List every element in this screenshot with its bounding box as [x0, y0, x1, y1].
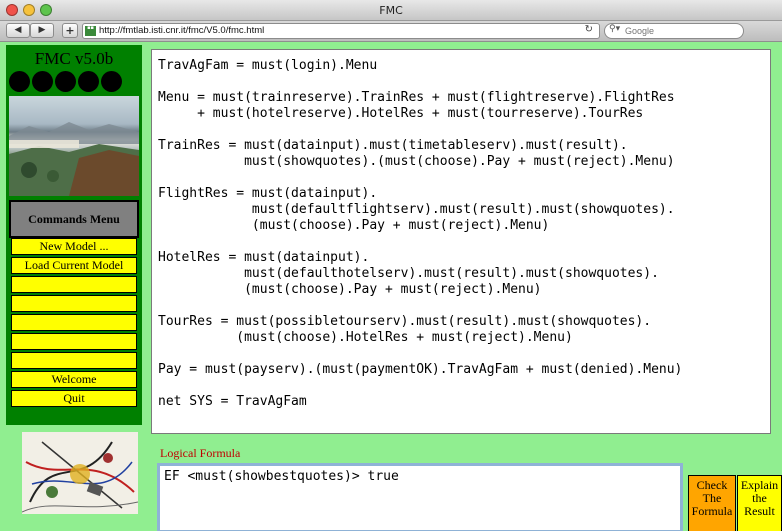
logo-dot-icon [78, 71, 99, 92]
commands-menu-header: Commands Menu [9, 200, 139, 238]
app-title: FMC v5.0b [34, 49, 114, 68]
commands-panel: FMC v5.0b Commands Menu New Model ... Lo… [6, 45, 142, 425]
logo-dot-icon [9, 71, 30, 92]
menu-slot-empty[interactable] [11, 352, 137, 369]
add-bookmark-button[interactable]: + [62, 23, 78, 38]
logo-dot-icon [32, 71, 53, 92]
menu-slot-empty[interactable] [11, 295, 137, 312]
logical-formula-input[interactable]: EF <must(showbestquotes)> true [157, 463, 683, 531]
new-model-button[interactable]: New Model ... [11, 238, 137, 255]
forward-button[interactable]: ▶ [30, 23, 54, 38]
address-bar[interactable]: ▪▪ http://fmtlab.isti.cnr.it/fmc/V5.0/fm… [82, 23, 600, 39]
page-content: FMC v5.0b Commands Menu New Model ... Lo… [0, 42, 782, 531]
quit-button[interactable]: Quit [11, 390, 137, 407]
menu-slot-empty[interactable] [11, 333, 137, 350]
logo-dots [9, 71, 122, 92]
reload-icon[interactable]: ↻ [585, 24, 593, 35]
abstract-painting-image [22, 432, 138, 514]
window-titlebar: FMC [0, 0, 782, 21]
landscape-painting-image [9, 96, 139, 196]
commands-menu: New Model ... Load Current Model Welcome… [9, 238, 139, 409]
search-icon: ⚲▾ [609, 24, 621, 34]
load-current-model-button[interactable]: Load Current Model [11, 257, 137, 274]
search-field[interactable]: ⚲▾ [604, 23, 744, 39]
logo-dot-icon [55, 71, 76, 92]
welcome-button[interactable]: Welcome [11, 371, 137, 388]
logical-formula-label: Logical Formula [160, 446, 241, 460]
window-title: FMC [379, 4, 403, 17]
logo-dot-icon [101, 71, 122, 92]
model-editor[interactable]: TravAgFam = must(login).Menu Menu = must… [151, 49, 771, 434]
menu-slot-empty[interactable] [11, 314, 137, 331]
explain-result-button[interactable]: Explain the Result [737, 475, 782, 531]
check-formula-button[interactable]: Check The Formula [688, 475, 736, 531]
browser-toolbar: ◀ ▶ + ▪▪ http://fmtlab.isti.cnr.it/fmc/V… [0, 21, 782, 42]
menu-slot-empty[interactable] [11, 276, 137, 293]
search-input[interactable] [625, 25, 737, 37]
address-url: http://fmtlab.isti.cnr.it/fmc/V5.0/fmc.h… [99, 25, 265, 36]
back-button[interactable]: ◀ [6, 23, 30, 38]
site-favicon-icon: ▪▪ [85, 26, 96, 36]
